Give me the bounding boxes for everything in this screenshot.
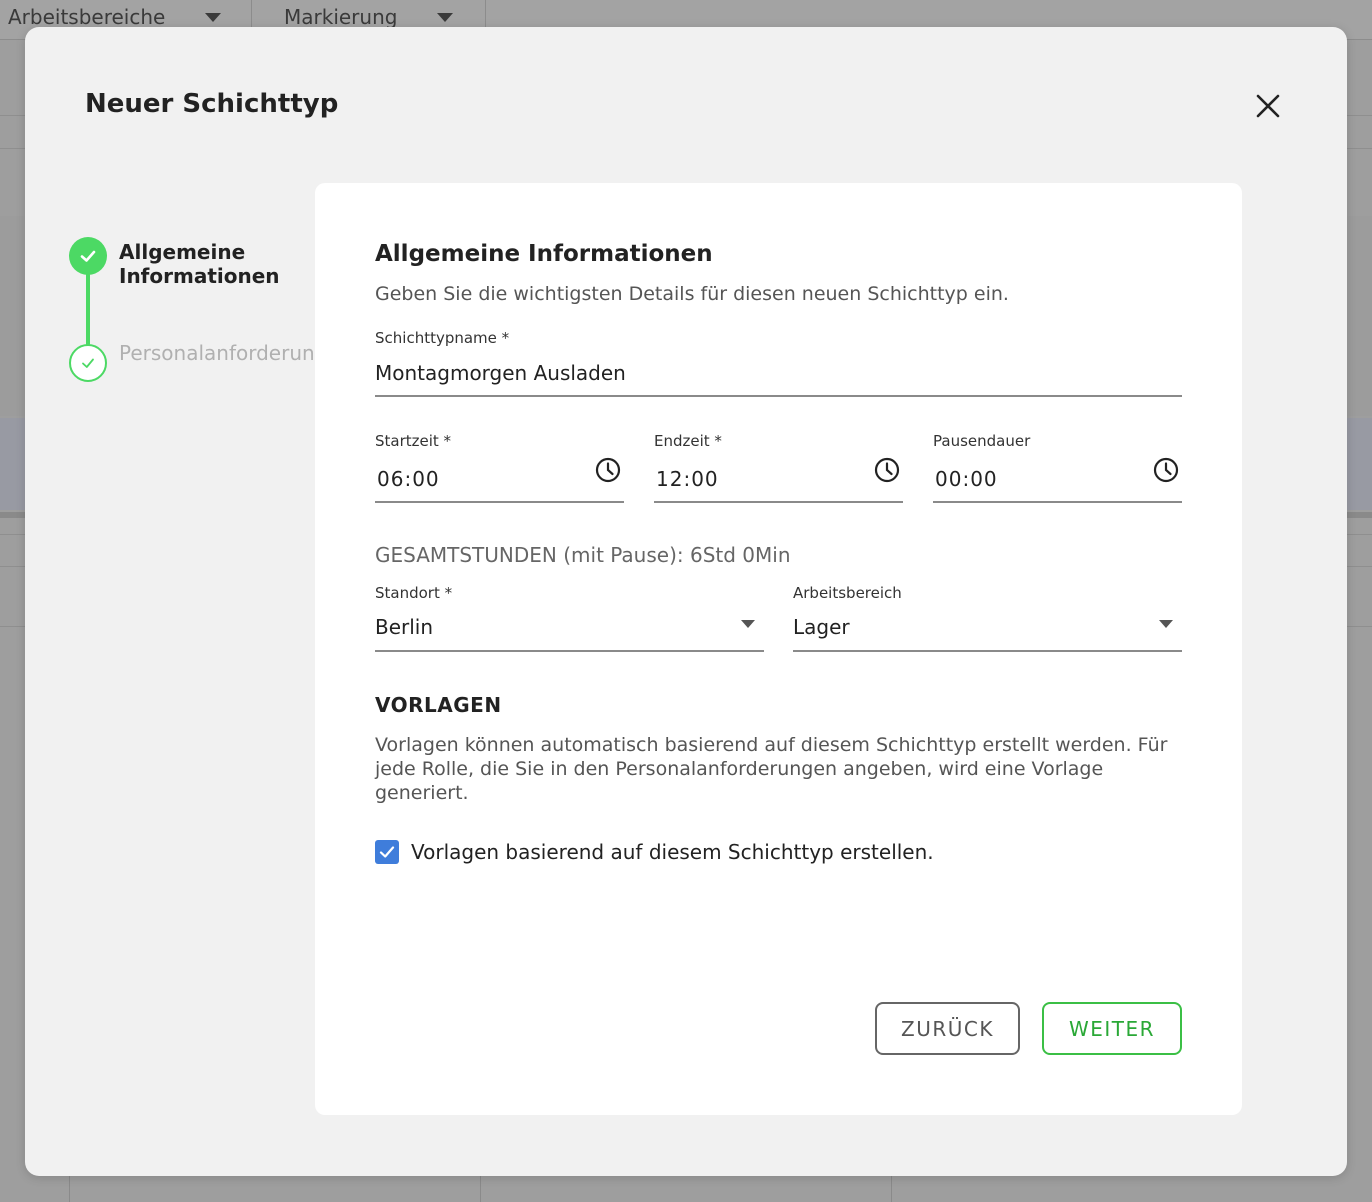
start-time-input[interactable]: 06:00 bbox=[377, 467, 440, 491]
close-button[interactable] bbox=[1251, 89, 1285, 123]
clock-icon[interactable] bbox=[873, 456, 901, 484]
location-select[interactable]: Standort * Berlin bbox=[375, 584, 764, 654]
dialog-title: Neuer Schichttyp bbox=[85, 89, 339, 119]
new-shift-type-dialog: Neuer Schichttyp Allgemeine Informatione… bbox=[25, 27, 1347, 1176]
background-tab-label: Markierung bbox=[284, 5, 398, 29]
start-time-field[interactable]: Startzeit * 06:00 bbox=[375, 432, 624, 504]
step-pending-indicator bbox=[69, 344, 107, 382]
field-label: Endzeit * bbox=[654, 432, 722, 450]
field-underline bbox=[375, 650, 764, 652]
templates-heading: VORLAGEN bbox=[375, 693, 502, 717]
checkmark-icon bbox=[379, 846, 395, 858]
next-button[interactable]: WEITER bbox=[1042, 1002, 1182, 1055]
work-area-selected-value[interactable]: Lager bbox=[793, 615, 850, 639]
templates-description: Vorlagen können automatisch basierend au… bbox=[375, 734, 1168, 804]
break-duration-input[interactable]: 00:00 bbox=[935, 467, 998, 491]
back-button[interactable]: ZURÜCK bbox=[875, 1002, 1020, 1055]
stepper-connector bbox=[86, 271, 90, 347]
section-description: Geben Sie die wichtigsten Details für di… bbox=[375, 283, 1009, 305]
field-label: Arbeitsbereich bbox=[793, 584, 902, 602]
chevron-down-icon bbox=[205, 12, 222, 22]
clock-icon[interactable] bbox=[1152, 456, 1180, 484]
chevron-down-icon bbox=[437, 12, 454, 22]
shift-type-name-field[interactable]: Schichttypname * Montagmorgen Ausladen bbox=[375, 329, 1182, 399]
field-underline bbox=[375, 501, 624, 503]
field-label: Schichttypname * bbox=[375, 329, 510, 347]
shift-type-name-input[interactable]: Montagmorgen Ausladen bbox=[375, 361, 626, 385]
step-done-indicator bbox=[69, 237, 107, 275]
background-divider bbox=[480, 1176, 481, 1202]
create-templates-checkbox[interactable] bbox=[375, 840, 399, 864]
field-underline bbox=[375, 395, 1182, 397]
field-underline bbox=[654, 501, 903, 503]
dropdown-arrow-icon[interactable] bbox=[741, 620, 755, 628]
clock-icon[interactable] bbox=[594, 456, 622, 484]
create-templates-label[interactable]: Vorlagen basierend auf diesem Schichttyp… bbox=[411, 840, 934, 864]
work-area-select[interactable]: Arbeitsbereich Lager bbox=[793, 584, 1182, 654]
check-icon bbox=[82, 358, 94, 368]
create-templates-option[interactable]: Vorlagen basierend auf diesem Schichttyp… bbox=[375, 840, 934, 864]
background-divider bbox=[69, 1176, 70, 1202]
field-label: Pausendauer bbox=[933, 432, 1031, 450]
field-label: Startzeit * bbox=[375, 432, 452, 450]
field-underline bbox=[793, 650, 1182, 652]
field-underline bbox=[933, 501, 1182, 503]
background-divider bbox=[891, 1176, 892, 1202]
check-icon bbox=[80, 250, 96, 262]
location-selected-value[interactable]: Berlin bbox=[375, 615, 433, 639]
field-label: Standort * bbox=[375, 584, 453, 602]
break-duration-field[interactable]: Pausendauer 00:00 bbox=[933, 432, 1182, 504]
background-tab-label: Arbeitsbereiche bbox=[8, 5, 166, 29]
end-time-input[interactable]: 12:00 bbox=[656, 467, 719, 491]
dropdown-arrow-icon[interactable] bbox=[1159, 620, 1173, 628]
form-card: Allgemeine Informationen Geben Sie die w… bbox=[315, 183, 1242, 1115]
total-hours-text: GESAMTSTUNDEN (mit Pause): 6Std 0Min bbox=[375, 543, 791, 567]
section-title: Allgemeine Informationen bbox=[375, 241, 713, 267]
end-time-field[interactable]: Endzeit * 12:00 bbox=[654, 432, 903, 504]
close-icon bbox=[1256, 94, 1280, 118]
step-label-general-info[interactable]: Allgemeine Informationen bbox=[119, 240, 319, 288]
